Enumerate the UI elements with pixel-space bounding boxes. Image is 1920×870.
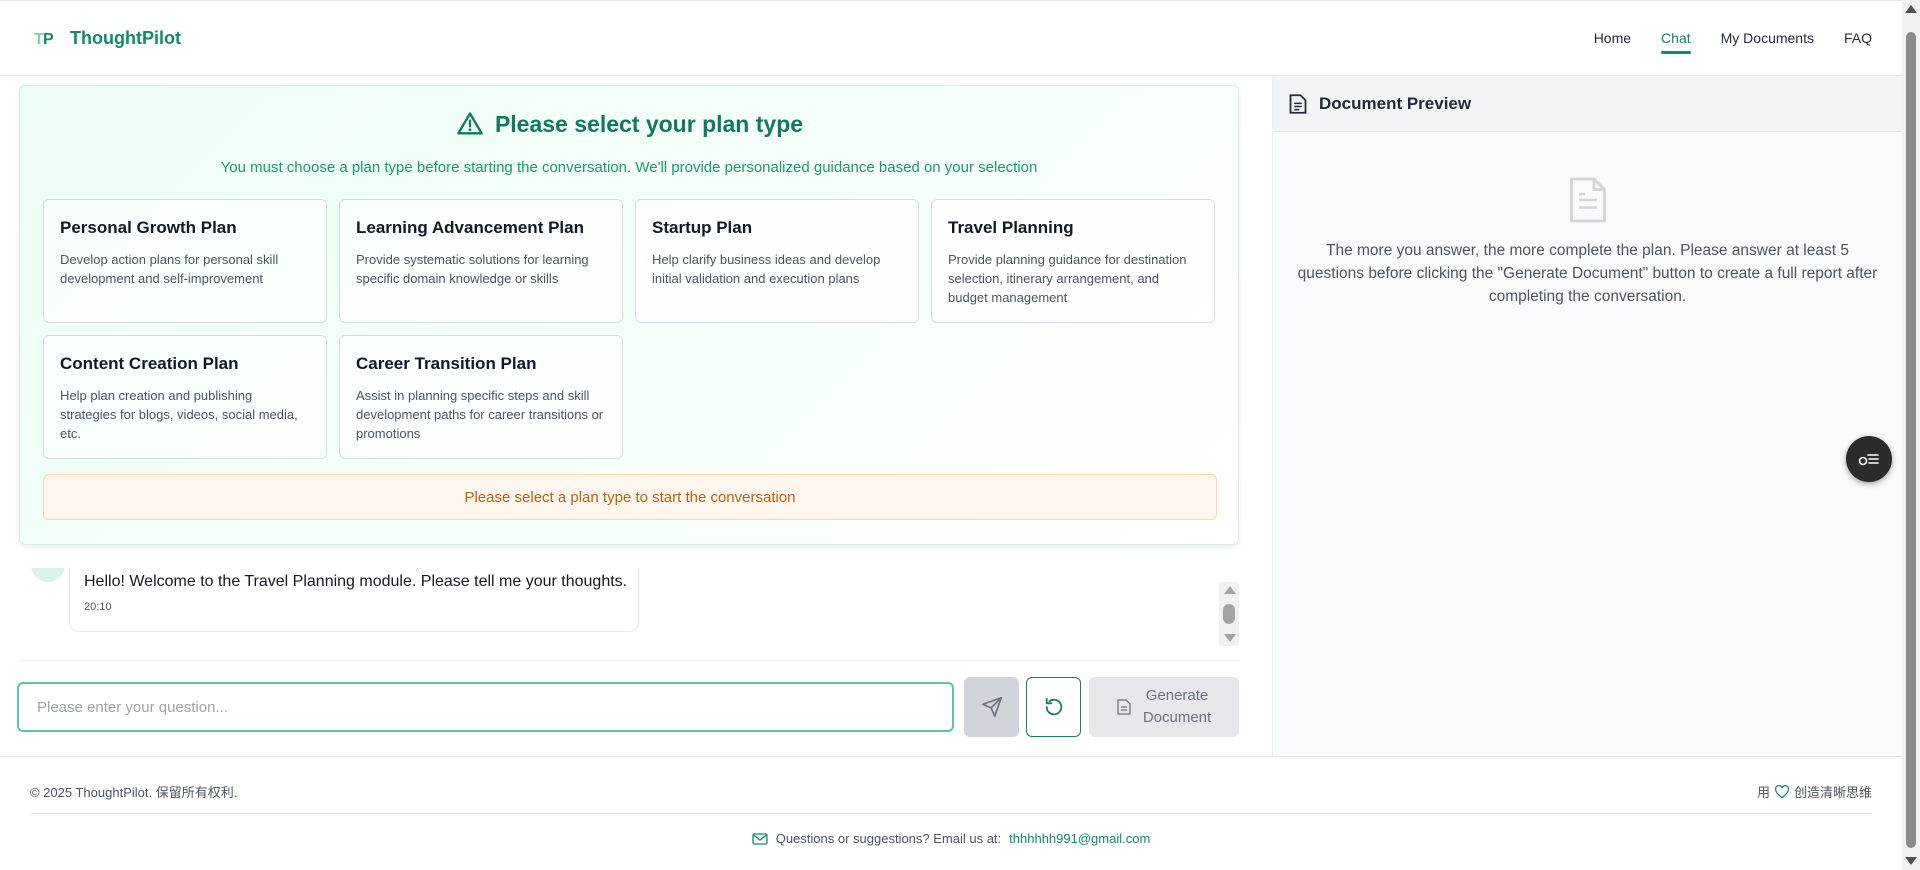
preview-empty-state: The more you answer, the more complete t…: [1273, 132, 1902, 308]
plan-option-title: Personal Growth Plan: [60, 218, 237, 237]
plan-option-desc: Provide planning guidance for destinatio…: [948, 252, 1187, 305]
question-input[interactable]: [37, 698, 934, 716]
nav-faq[interactable]: FAQ: [1844, 24, 1872, 52]
document-preview-panel: Document Preview The more you answer, th…: [1272, 76, 1902, 756]
plan-option-learning-advancement[interactable]: Learning Advancement Plan Provide system…: [339, 199, 623, 323]
plan-option-desc: Provide systematic solutions for learnin…: [356, 252, 589, 286]
plan-option-title: Travel Planning: [948, 218, 1074, 237]
send-icon: [981, 697, 1002, 717]
plan-select-title: Please select your plan type: [20, 110, 1238, 138]
nav-chat[interactable]: Chat: [1661, 24, 1691, 54]
top-header: T P ThoughtPilot Home Chat My Documents …: [0, 0, 1902, 76]
plan-option-desc: Develop action plans for personal skill …: [60, 252, 279, 286]
heart-icon: [1774, 784, 1789, 799]
chat-messages: Hello! Welcome to the Travel Planning mo…: [19, 568, 1239, 648]
logo-icon: T P: [34, 31, 54, 48]
message-time: 20:10: [84, 601, 112, 613]
warning-triangle-icon: [457, 112, 483, 135]
plan-select-subtitle: You must choose a plan type before start…: [220, 159, 1038, 176]
document-icon: [1117, 699, 1131, 715]
plan-option-travel-planning[interactable]: Travel Planning Provide planning guidanc…: [931, 199, 1215, 323]
contact-text: Questions or suggestions? Email us at:: [775, 831, 1002, 846]
plan-required-warning: Please select a plan type to start the c…: [43, 474, 1217, 520]
plan-option-title: Content Creation Plan: [60, 354, 239, 373]
main-nav: Home Chat My Documents FAQ: [1594, 24, 1872, 54]
toc-toggle-icon: [1858, 454, 1879, 466]
made-prefix: 用: [1756, 785, 1770, 800]
generate-label-line1: Generate: [1145, 687, 1209, 704]
mail-icon: [752, 832, 768, 845]
preview-title: Document Preview: [1319, 93, 1472, 113]
plan-option-startup[interactable]: Startup Plan Help clarify business ideas…: [635, 199, 919, 323]
chat-scrollbar[interactable]: [1219, 582, 1239, 646]
footer-contact: Questions or suggestions? Email us at: t…: [0, 831, 1902, 846]
page-scroll-up-arrow[interactable]: [1905, 5, 1917, 13]
nav-my-documents[interactable]: My Documents: [1721, 24, 1814, 52]
plan-select-title-text: Please select your plan type: [494, 110, 804, 137]
plan-option-personal-growth[interactable]: Personal Growth Plan Develop action plan…: [43, 199, 327, 323]
preview-header: Document Preview: [1273, 76, 1902, 132]
scroll-down-arrow[interactable]: [1224, 634, 1236, 642]
plan-option-content-creation[interactable]: Content Creation Plan Help plan creation…: [43, 335, 327, 459]
brand[interactable]: T P ThoughtPilot: [34, 27, 181, 49]
plan-select-card: Please select your plan type You must ch…: [19, 85, 1239, 545]
plan-option-desc: Assist in planning specific steps and sk…: [356, 388, 604, 441]
brand-name: ThoughtPilot: [70, 27, 181, 48]
plan-option-title: Learning Advancement Plan: [356, 218, 584, 237]
document-icon: [1289, 93, 1307, 114]
site-footer: © 2025 ThoughtPilot. 保留所有权利. 用 创造清晰思维 Qu…: [0, 756, 1902, 870]
generate-document-label: Generate Document: [1143, 685, 1211, 729]
preview-empty-text: The more you answer, the more complete t…: [1297, 242, 1878, 305]
document-large-icon: [1569, 177, 1606, 223]
assistant-avatar: [31, 568, 65, 582]
plan-options: Personal Growth Plan Develop action plan…: [43, 199, 1217, 459]
page-scroll-thumb[interactable]: [1906, 32, 1916, 848]
refresh-icon: [1045, 697, 1062, 716]
nav-home[interactable]: Home: [1594, 24, 1631, 52]
footer-divider: [30, 813, 1872, 814]
generate-document-button[interactable]: Generate Document: [1089, 677, 1239, 737]
plan-option-desc: Help plan creation and publishing strate…: [60, 388, 298, 441]
generate-label-line2: Document: [1142, 709, 1212, 726]
plan-option-title: Career Transition Plan: [356, 354, 537, 373]
copyright: © 2025 ThoughtPilot. 保留所有权利.: [30, 785, 238, 800]
plan-option-title: Startup Plan: [652, 218, 753, 237]
svg-text:P: P: [43, 31, 54, 48]
plan-option-career-transition[interactable]: Career Transition Plan Assist in plannin…: [339, 335, 623, 459]
chat-divider: [19, 660, 1239, 661]
message-text: Hello! Welcome to the Travel Planning mo…: [84, 573, 628, 590]
assistant-message: Hello! Welcome to the Travel Planning mo…: [69, 568, 639, 632]
send-button[interactable]: [964, 677, 1019, 737]
reset-conversation-button[interactable]: [1026, 677, 1081, 737]
made-with: 用 创造清晰思维: [1757, 782, 1872, 801]
scroll-thumb[interactable]: [1223, 604, 1235, 624]
question-input-wrapper: [17, 682, 954, 732]
page-scroll-down-arrow[interactable]: [1905, 857, 1917, 865]
toc-toggle-button[interactable]: [1846, 436, 1892, 482]
scroll-up-arrow[interactable]: [1224, 586, 1236, 594]
page-scrollbar[interactable]: [1902, 0, 1920, 870]
plan-option-desc: Help clarify business ideas and develop …: [652, 252, 881, 286]
contact-email-link[interactable]: thhhhhh991@gmail.com: [1009, 831, 1150, 846]
made-suffix: 创造清晰思维: [1793, 785, 1872, 800]
